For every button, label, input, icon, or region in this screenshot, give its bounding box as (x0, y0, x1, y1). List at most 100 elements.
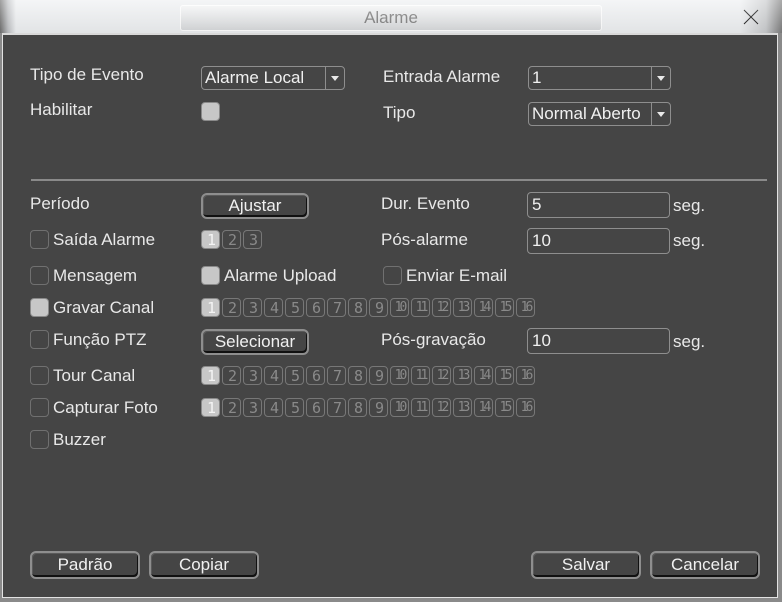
close-button[interactable] (739, 6, 763, 28)
tour-channel-5[interactable]: 5 (285, 366, 304, 385)
alarm-output-channel-2[interactable]: 2 (222, 230, 241, 249)
tour-channel-1[interactable]: 1 (201, 366, 220, 385)
ptz-function-label: Função PTZ (53, 330, 147, 349)
snapshot-channel-14[interactable]: 14 (474, 398, 493, 417)
record-channel-12[interactable]: 12 (432, 298, 451, 317)
snapshot-channel-10[interactable]: 10 (390, 398, 409, 417)
record-channel-5[interactable]: 5 (285, 298, 304, 317)
tour-channel-4[interactable]: 4 (264, 366, 283, 385)
alarm-input-value: 1 (532, 68, 542, 87)
period-label: Período (30, 194, 90, 213)
record-channel-1[interactable]: 1 (201, 298, 220, 317)
record-channel-label: Gravar Canal (53, 298, 155, 317)
record-channel-8[interactable]: 8 (348, 298, 367, 317)
event-duration-input[interactable]: 5 (527, 192, 670, 218)
snapshot-channel-2[interactable]: 2 (222, 398, 241, 417)
tour-channel-6[interactable]: 6 (306, 366, 325, 385)
tour-channel-16[interactable]: 16 (516, 366, 535, 385)
tour-channel-7[interactable]: 7 (327, 366, 346, 385)
snapshot-channel-4[interactable]: 4 (264, 398, 283, 417)
post-record-unit: seg. (673, 332, 706, 351)
tour-channel-8[interactable]: 8 (348, 366, 367, 385)
record-channel-15[interactable]: 15 (495, 298, 514, 317)
tour-channel-13[interactable]: 13 (453, 366, 472, 385)
type-label: Tipo (383, 103, 416, 122)
section-divider (31, 179, 767, 181)
snapshot-channel-7[interactable]: 7 (327, 398, 346, 417)
snapshot-label: Capturar Foto (53, 398, 158, 417)
message-checkbox[interactable] (30, 266, 49, 285)
record-channel-10[interactable]: 10 (390, 298, 409, 317)
tour-channel-12[interactable]: 12 (432, 366, 451, 385)
alarm-upload-checkbox[interactable] (201, 266, 220, 285)
event-duration-label: Dur. Evento (381, 194, 470, 213)
alarm-dialog: Alarme Tipo de Evento Alarme Local Entra… (0, 0, 782, 602)
default-button[interactable]: Padrão (30, 551, 140, 579)
record-channel-11[interactable]: 11 (411, 298, 430, 317)
snapshot-channel-8[interactable]: 8 (348, 398, 367, 417)
type-select[interactable]: Normal Aberto (528, 102, 671, 126)
snapshot-channel-3[interactable]: 3 (243, 398, 262, 417)
select-ptz-button[interactable]: Selecionar (201, 329, 309, 355)
buzzer-label: Buzzer (53, 430, 106, 449)
send-email-checkbox[interactable] (383, 266, 402, 285)
record-channel-16[interactable]: 16 (516, 298, 535, 317)
event-type-select[interactable]: Alarme Local (201, 66, 345, 90)
chevron-down-icon (651, 67, 670, 89)
chevron-down-icon (325, 67, 344, 89)
tour-channels: 1 2 3 4 5 6 7 8 9 10 11 12 13 14 15 16 (201, 366, 535, 386)
snapshot-channel-15[interactable]: 15 (495, 398, 514, 417)
copy-button[interactable]: Copiar (149, 551, 259, 579)
adjust-button[interactable]: Ajustar (201, 193, 309, 219)
record-channel-13[interactable]: 13 (453, 298, 472, 317)
tour-channel-15[interactable]: 15 (495, 366, 514, 385)
enable-checkbox[interactable] (201, 102, 220, 121)
tour-channel-11[interactable]: 11 (411, 366, 430, 385)
record-channel-6[interactable]: 6 (306, 298, 325, 317)
snapshot-channel-11[interactable]: 11 (411, 398, 430, 417)
event-duration-unit: seg. (673, 196, 706, 215)
alarm-output-checkbox[interactable] (30, 230, 49, 249)
chevron-down-icon (651, 103, 670, 125)
snapshot-channel-9[interactable]: 9 (369, 398, 388, 417)
tour-channel-checkbox[interactable] (30, 366, 49, 385)
record-channel-7[interactable]: 7 (327, 298, 346, 317)
save-button[interactable]: Salvar (531, 551, 641, 579)
snapshot-channel-12[interactable]: 12 (432, 398, 451, 417)
record-channel-3[interactable]: 3 (243, 298, 262, 317)
alarm-input-select[interactable]: 1 (528, 66, 671, 90)
snapshot-channel-13[interactable]: 13 (453, 398, 472, 417)
record-channel-checkbox[interactable] (30, 298, 49, 317)
send-email-label: Enviar E-mail (406, 266, 508, 285)
alarm-output-label: Saída Alarme (53, 230, 156, 249)
alarm-output-channel-3[interactable]: 3 (243, 230, 262, 249)
snapshot-channel-1[interactable]: 1 (201, 398, 220, 417)
ptz-function-checkbox[interactable] (30, 330, 49, 349)
enable-label: Habilitar (30, 100, 93, 119)
alarm-output-channel-1[interactable]: 1 (201, 230, 220, 249)
snapshot-channel-5[interactable]: 5 (285, 398, 304, 417)
tour-channel-14[interactable]: 14 (474, 366, 493, 385)
post-alarm-input[interactable]: 10 (527, 228, 670, 254)
buzzer-checkbox[interactable] (30, 430, 49, 449)
tour-channel-label: Tour Canal (53, 366, 136, 385)
snapshot-channels: 1 2 3 4 5 6 7 8 9 10 11 12 13 14 15 16 (201, 398, 535, 418)
tour-channel-3[interactable]: 3 (243, 366, 262, 385)
snapshot-channel-16[interactable]: 16 (516, 398, 535, 417)
alarm-input-label: Entrada Alarme (383, 67, 501, 86)
post-alarm-label: Pós-alarme (381, 230, 468, 249)
record-channel-4[interactable]: 4 (264, 298, 283, 317)
type-value: Normal Aberto (532, 104, 641, 123)
dialog-title: Alarme (180, 5, 602, 31)
snapshot-checkbox[interactable] (30, 398, 49, 417)
tour-channel-2[interactable]: 2 (222, 366, 241, 385)
cancel-button[interactable]: Cancelar (650, 551, 760, 579)
tour-channel-9[interactable]: 9 (369, 366, 388, 385)
tour-channel-10[interactable]: 10 (390, 366, 409, 385)
post-record-label: Pós-gravação (381, 330, 486, 349)
snapshot-channel-6[interactable]: 6 (306, 398, 325, 417)
record-channel-14[interactable]: 14 (474, 298, 493, 317)
post-record-input[interactable]: 10 (527, 328, 670, 354)
record-channel-2[interactable]: 2 (222, 298, 241, 317)
record-channel-9[interactable]: 9 (369, 298, 388, 317)
